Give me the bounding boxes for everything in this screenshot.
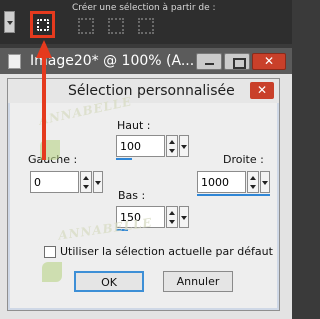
screenshot-root: Créer une sélection à partir de : Image2… [0,0,292,319]
highlight-arrow-icon [36,40,52,160]
